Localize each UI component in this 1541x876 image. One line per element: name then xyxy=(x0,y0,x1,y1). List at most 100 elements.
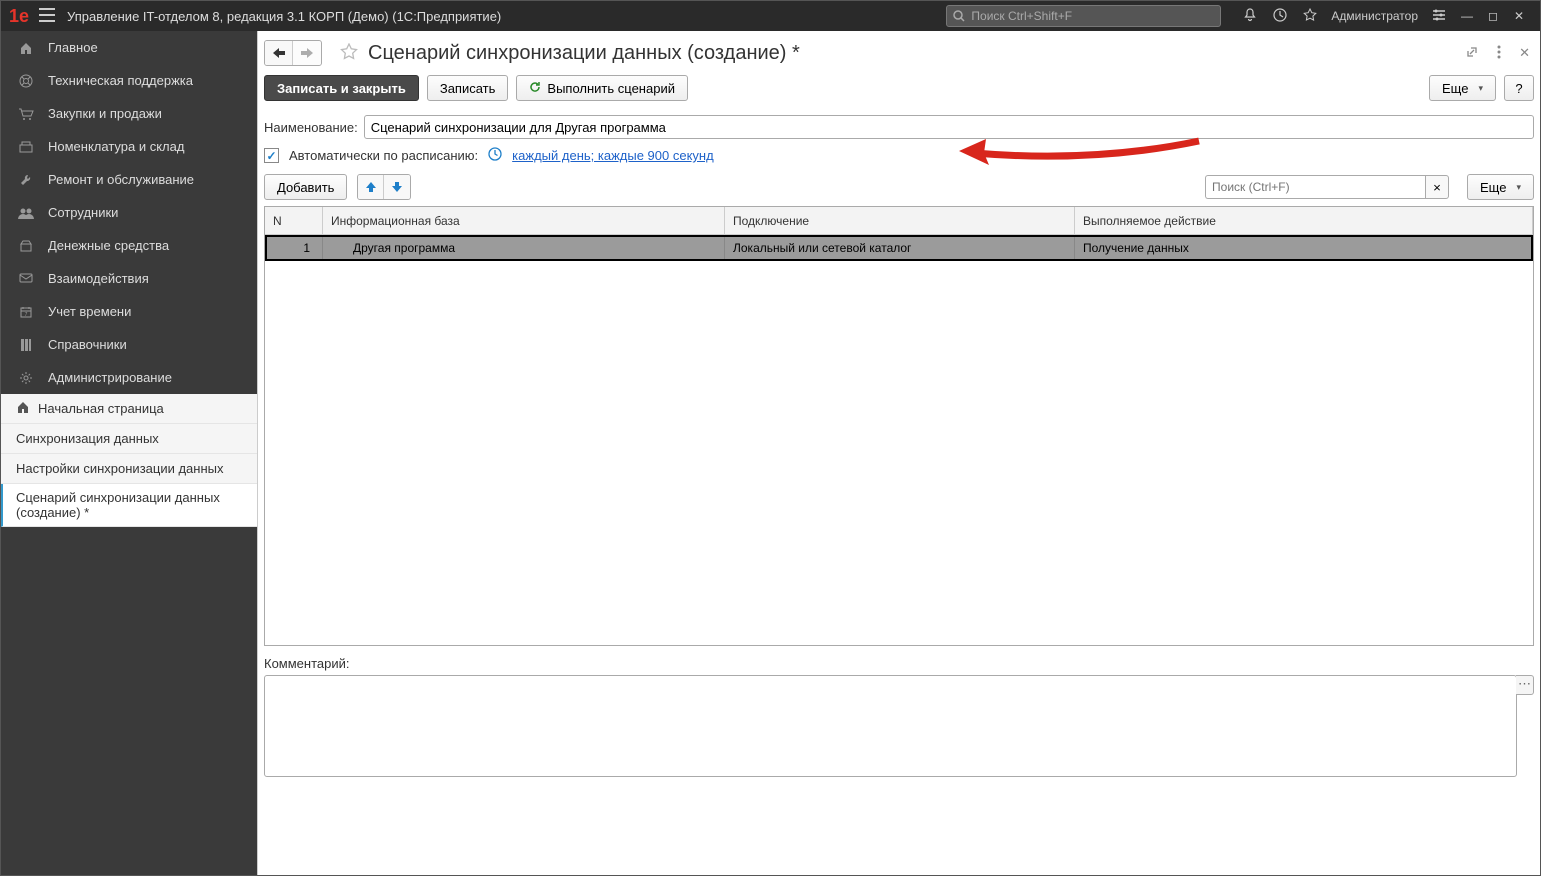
sidebar-item-label: Учет времени xyxy=(48,304,131,319)
more-button[interactable]: Еще xyxy=(1429,75,1496,101)
minimize-button[interactable]: — xyxy=(1454,9,1480,23)
kebab-icon[interactable] xyxy=(1493,41,1505,66)
sidebar-item-7[interactable]: Взаимодействия xyxy=(1,262,257,295)
main-menu-icon[interactable] xyxy=(39,8,55,25)
clock-icon xyxy=(488,147,502,164)
close-window-button[interactable]: ✕ xyxy=(1506,9,1532,23)
home-icon xyxy=(16,400,30,417)
wrench-icon xyxy=(16,173,36,187)
nav-buttons xyxy=(264,40,322,66)
sidebar-item-0[interactable]: Главное xyxy=(1,31,257,64)
comment-label: Комментарий: xyxy=(264,656,1534,671)
cart-icon xyxy=(16,108,36,120)
sidebar-item-label: Денежные средства xyxy=(48,238,169,253)
grid-header: N Информационная база Подключение Выполн… xyxy=(265,207,1533,235)
save-and-close-button[interactable]: Записать и закрыть xyxy=(264,75,419,101)
favorite-star-icon[interactable] xyxy=(340,43,358,64)
move-buttons xyxy=(357,174,411,200)
sidebar-item-9[interactable]: Справочники xyxy=(1,328,257,361)
sidebar-tab-label: Начальная страница xyxy=(38,401,164,416)
name-field-row: Наименование: xyxy=(264,115,1534,139)
titlebar: 1e Управление IT-отделом 8, редакция 3.1… xyxy=(1,1,1540,31)
add-button[interactable]: Добавить xyxy=(264,174,347,200)
page-title: Сценарий синхронизации данных (создание)… xyxy=(368,42,800,65)
sidebar-item-label: Ремонт и обслуживание xyxy=(48,172,194,187)
maximize-button[interactable]: ◻ xyxy=(1480,9,1506,23)
table-more-button[interactable]: Еще xyxy=(1467,174,1534,200)
sidebar-item-label: Номенклатура и склад xyxy=(48,139,184,154)
name-label: Наименование: xyxy=(264,120,358,135)
sidebar: Главное Техническая поддержка Закупки и пр… xyxy=(1,31,257,875)
sidebar-tab-1[interactable]: Синхронизация данных xyxy=(1,424,257,454)
cell-n: 1 xyxy=(265,235,323,260)
support-icon xyxy=(16,74,36,88)
move-up-button[interactable] xyxy=(358,175,384,199)
bell-icon[interactable] xyxy=(1243,8,1257,25)
sidebar-item-3[interactable]: Номенклатура и склад xyxy=(1,130,257,163)
auto-schedule-checkbox[interactable]: ✓ xyxy=(264,148,279,163)
refresh-icon xyxy=(529,81,541,96)
global-search[interactable]: Поиск Ctrl+Shift+F xyxy=(946,5,1221,27)
star-icon[interactable] xyxy=(1303,8,1317,25)
sidebar-item-4[interactable]: Ремонт и обслуживание xyxy=(1,163,257,196)
sidebar-item-10[interactable]: Администрирование xyxy=(1,361,257,394)
money-icon xyxy=(16,240,36,252)
sidebar-tab-0[interactable]: Начальная страница xyxy=(1,394,257,424)
sidebar-item-label: Главное xyxy=(48,40,98,55)
nav-forward-button[interactable] xyxy=(293,41,321,65)
cell-infobase: Другая программа xyxy=(323,235,725,260)
sidebar-item-5[interactable]: Сотрудники xyxy=(1,196,257,229)
users-icon xyxy=(16,207,36,219)
col-n[interactable]: N xyxy=(265,207,323,234)
name-input[interactable] xyxy=(364,115,1534,139)
user-name[interactable]: Администратор xyxy=(1331,9,1418,23)
table-toolbar: Добавить × Еще xyxy=(264,174,1534,200)
toolbar: Записать и закрыть Записать Выполнить сц… xyxy=(264,75,1534,101)
home-icon xyxy=(16,41,36,55)
sidebar-tab-3[interactable]: Сценарий синхронизации данных (создание)… xyxy=(1,484,257,527)
sidebar-item-label: Справочники xyxy=(48,337,127,352)
gear-icon xyxy=(16,371,36,385)
table-search-clear[interactable]: × xyxy=(1425,175,1449,199)
col-infobase[interactable]: Информационная база xyxy=(323,207,725,234)
schedule-row: ✓ Автоматически по расписанию: каждый де… xyxy=(264,147,1534,164)
auto-schedule-label: Автоматически по расписанию: xyxy=(289,148,478,163)
sidebar-tab-label: Синхронизация данных xyxy=(16,431,159,446)
sidebar-tab-2[interactable]: Настройки синхронизации данных xyxy=(1,454,257,484)
help-button[interactable]: ? xyxy=(1504,75,1534,101)
svg-text:7: 7 xyxy=(25,312,28,318)
sidebar-item-label: Сотрудники xyxy=(48,205,118,220)
run-scenario-button[interactable]: Выполнить сценарий xyxy=(516,75,688,101)
main-content: Сценарий синхронизации данных (создание)… xyxy=(257,31,1540,875)
comment-expand-button[interactable]: ⋯ xyxy=(1516,675,1534,695)
search-icon xyxy=(953,10,965,22)
nav-back-button[interactable] xyxy=(265,41,293,65)
settings-lines-icon[interactable] xyxy=(1432,8,1446,25)
save-button[interactable]: Записать xyxy=(427,75,509,101)
comment-textarea[interactable] xyxy=(264,675,1517,777)
history-icon[interactable] xyxy=(1273,8,1287,25)
sidebar-item-2[interactable]: Закупки и продажи xyxy=(1,97,257,130)
app-logo: 1e xyxy=(9,6,29,27)
data-grid[interactable]: N Информационная база Подключение Выполн… xyxy=(264,206,1534,646)
sidebar-tab-label: Настройки синхронизации данных xyxy=(16,461,224,476)
table-search-input[interactable] xyxy=(1205,175,1425,199)
check-icon: ✓ xyxy=(266,149,276,163)
sidebar-item-label: Администрирование xyxy=(48,370,172,385)
move-down-button[interactable] xyxy=(384,175,410,199)
schedule-link[interactable]: каждый день; каждые 900 секунд xyxy=(512,148,714,163)
sidebar-item-label: Закупки и продажи xyxy=(48,106,162,121)
link-icon[interactable] xyxy=(1461,41,1483,66)
close-tab-icon[interactable]: ✕ xyxy=(1515,41,1534,65)
col-connection[interactable]: Подключение xyxy=(725,207,1075,234)
calendar-icon: 7 xyxy=(16,306,36,318)
books-icon xyxy=(16,338,36,352)
sidebar-tab-label: Сценарий синхронизации данных (создание)… xyxy=(16,490,242,520)
sidebar-item-1[interactable]: Техническая поддержка xyxy=(1,64,257,97)
global-search-placeholder: Поиск Ctrl+Shift+F xyxy=(971,9,1072,23)
col-action[interactable]: Выполняемое действие xyxy=(1075,207,1533,234)
table-row[interactable]: 1Другая программаЛокальный или сетевой к… xyxy=(265,235,1533,261)
cell-connection: Локальный или сетевой каталог xyxy=(725,235,1075,260)
sidebar-item-6[interactable]: Денежные средства xyxy=(1,229,257,262)
sidebar-item-8[interactable]: 7 Учет времени xyxy=(1,295,257,328)
